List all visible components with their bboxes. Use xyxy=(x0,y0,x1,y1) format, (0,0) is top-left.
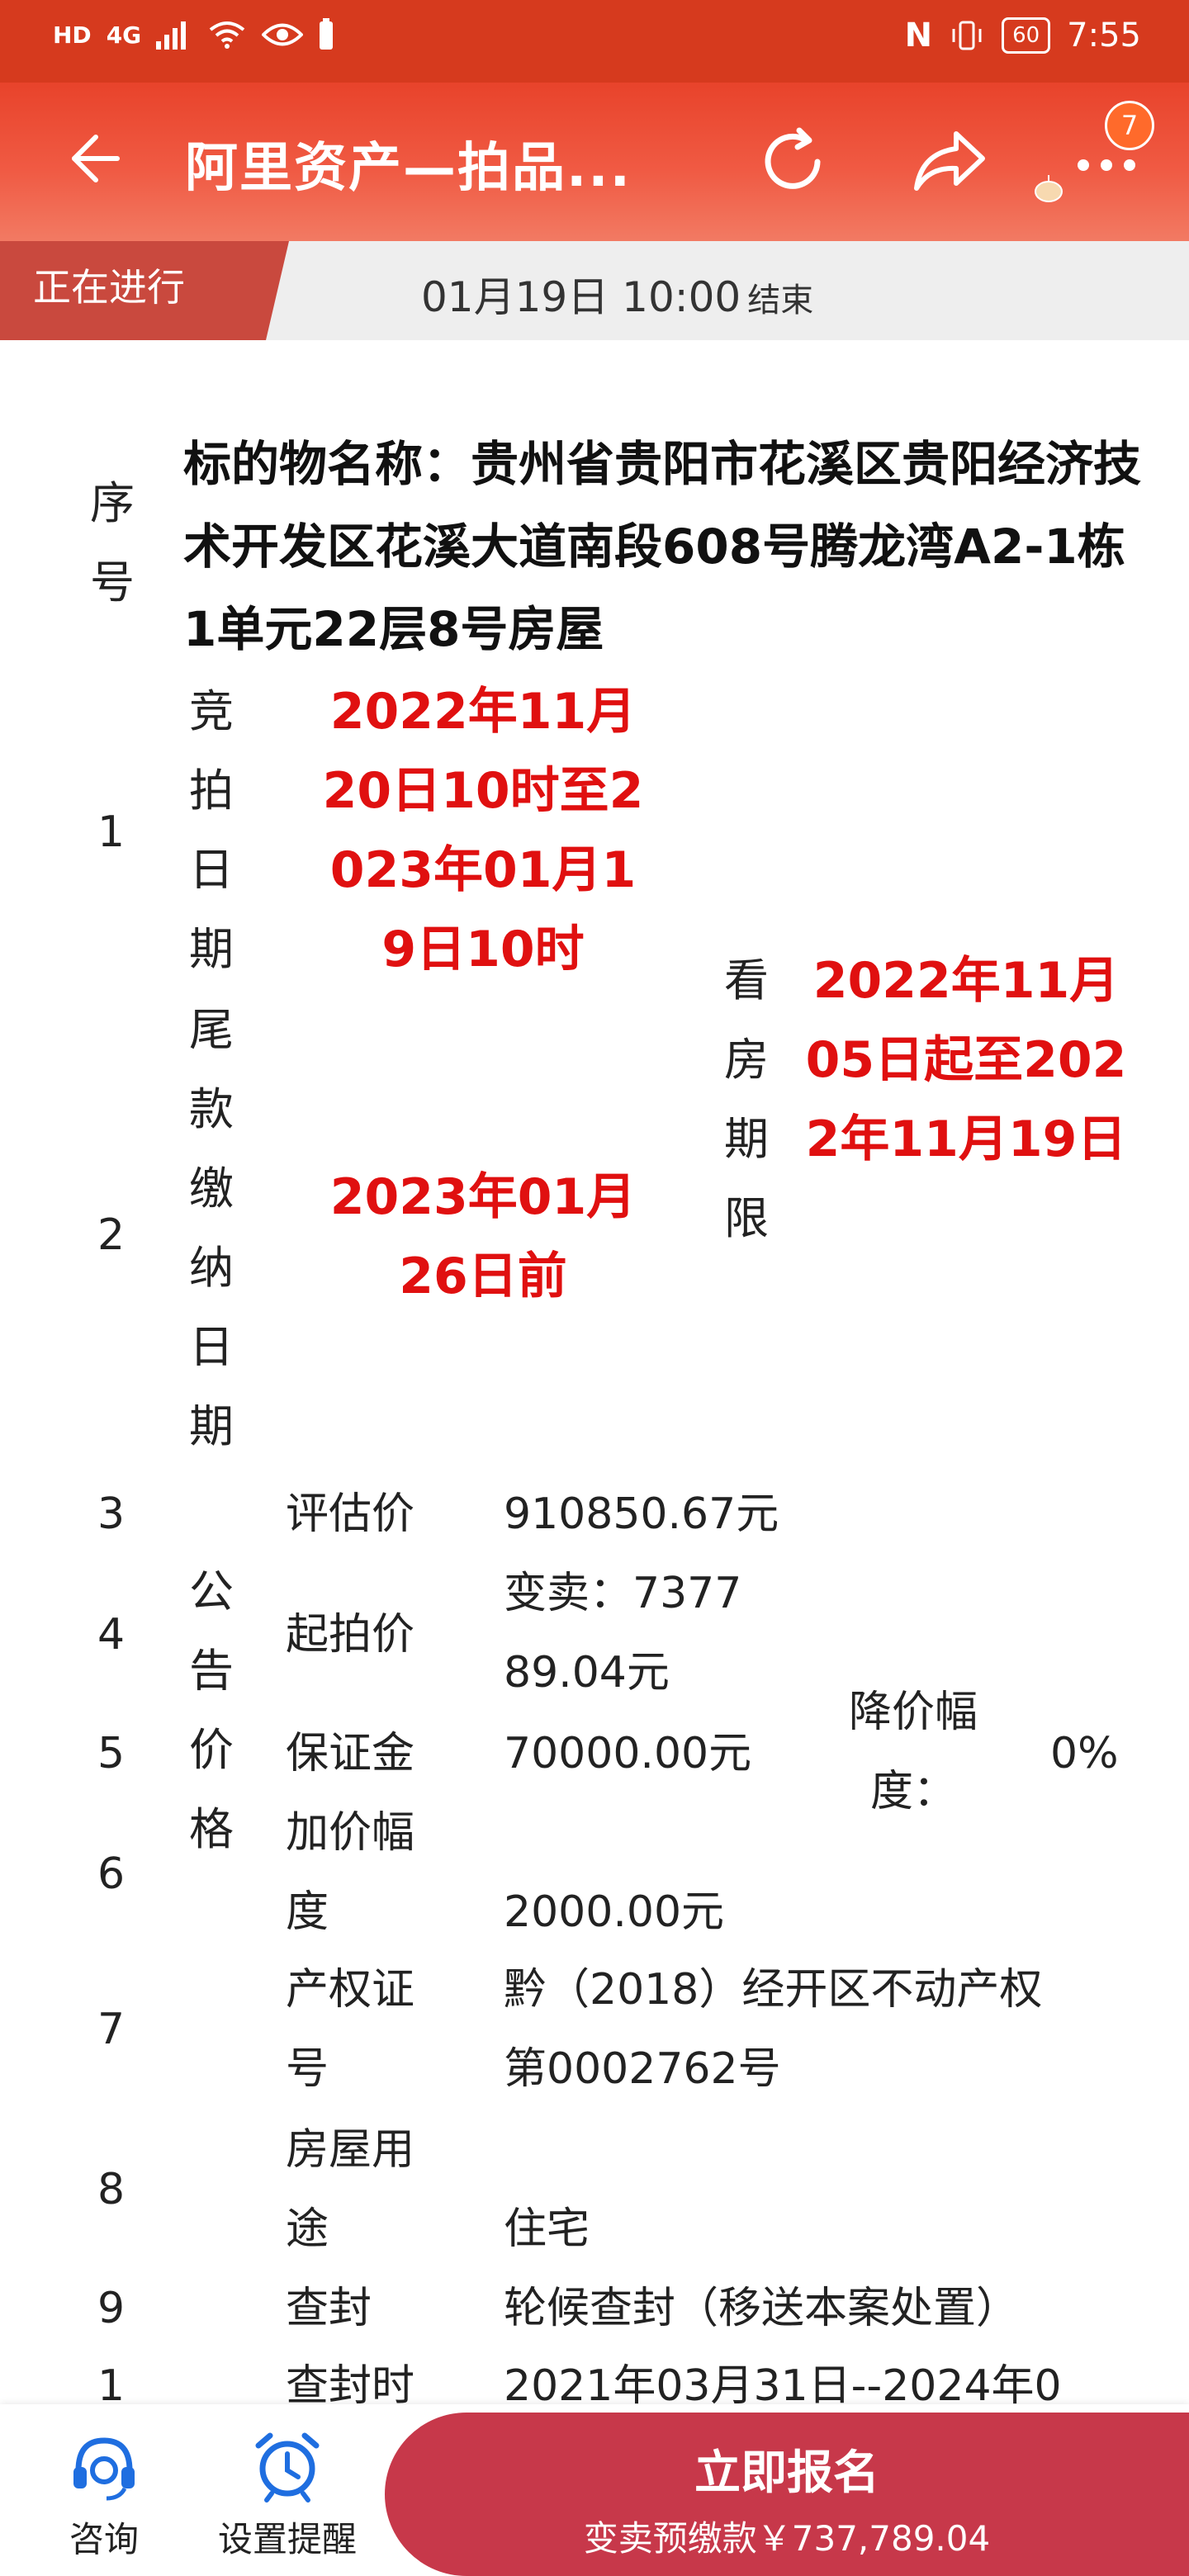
status-right-icons: N 60 7:55 xyxy=(905,17,1141,54)
notification-badge: 7 xyxy=(1105,101,1154,150)
row-seq: 3 xyxy=(97,1489,126,1539)
page-title: 阿里资产—拍品... xyxy=(185,138,632,199)
end-time-value: 01月19日 10:00 xyxy=(421,273,741,321)
discount-label: 降价幅 度： xyxy=(848,1688,978,1816)
register-now-button[interactable]: 立即报名 变卖预缴款￥737,789.04 xyxy=(385,2413,1189,2576)
deposit-label: 保证金 xyxy=(286,1729,415,1778)
row-seq: 5 xyxy=(97,1729,126,1778)
app-header: 阿里资产—拍品... 7 xyxy=(0,83,1189,241)
row-label-final-payment: 尾款缴纳日期 xyxy=(189,1004,234,1452)
increment-value: 2000.00元 xyxy=(504,1887,725,1937)
increment-label: 加价幅度 xyxy=(286,1808,415,1937)
vibrate-icon xyxy=(952,21,982,50)
back-arrow-icon[interactable] xyxy=(58,125,124,192)
headset-icon xyxy=(73,2437,135,2501)
final-payment-value: 2023年01月 26日前 xyxy=(329,1168,637,1305)
battery-saver-icon xyxy=(320,18,334,50)
lantern-icon xyxy=(1035,175,1063,202)
starting-price-value: 变卖：7377 89.04元 xyxy=(504,1569,742,1698)
deposit-value: 70000.00元 xyxy=(504,1729,752,1778)
prepayment-amount: 变卖预缴款￥737,789.04 xyxy=(583,2518,991,2559)
consult-label: 咨询 xyxy=(69,2519,139,2559)
seizure-label: 查封 xyxy=(286,2284,372,2333)
refresh-icon[interactable] xyxy=(753,122,832,201)
hd-icon: HD xyxy=(53,21,92,49)
wifi-icon xyxy=(209,21,245,49)
row-seq: 4 xyxy=(97,1610,126,1660)
bid-date-value: 2022年11月 20日10时至2 023年01月1 9日10时 xyxy=(322,683,644,978)
row-seq: 1 xyxy=(97,807,126,857)
appraisal-label: 评估价 xyxy=(286,1489,415,1539)
alarm-clock-icon xyxy=(255,2432,320,2503)
system-status-bar: HD 4G N 60 7:55 xyxy=(0,0,1189,83)
bottom-action-bar: 咨询 设置提醒 立即报名 变卖预缴款￥737,789.04 xyxy=(0,2404,1189,2576)
usage-value: 住宅 xyxy=(504,2204,590,2254)
discount-value: 0% xyxy=(1050,1729,1119,1778)
battery-indicator: 60 xyxy=(1002,17,1051,54)
row-label-bid-date: 竞拍日期 xyxy=(189,685,234,975)
usage-label: 房屋用途 xyxy=(286,2125,415,2254)
appraisal-value: 910850.67元 xyxy=(504,1489,779,1539)
price-group-label: 公告价格 xyxy=(189,1565,234,1855)
row-label-viewing: 看房期限 xyxy=(724,954,769,1244)
set-reminder-button[interactable]: 设置提醒 xyxy=(211,2429,363,2562)
row-seq: 8 xyxy=(97,2165,126,2214)
eye-icon xyxy=(262,23,304,46)
network-4g-icon: 4G xyxy=(106,21,142,49)
row-seq: 7 xyxy=(97,2005,126,2054)
signal-icon xyxy=(156,21,187,50)
seq-column-header: 序号 xyxy=(90,477,135,608)
row-seq: 2 xyxy=(97,1210,126,1260)
title-deed-value: 黔（2018）经开区不动产权 第0002762号 xyxy=(504,1965,1043,2094)
in-progress-tag: 正在进行 xyxy=(0,241,289,340)
starting-price-label: 起拍价 xyxy=(286,1610,415,1660)
auction-status-bar: 正在进行 01月19日 10:00 结束 xyxy=(0,241,1189,340)
seizure-value: 轮候查封（移送本案处置） xyxy=(504,2284,1020,2333)
share-icon[interactable] xyxy=(908,122,991,201)
viewing-period-value: 2022年11月 05日起至202 2年11月19日 xyxy=(805,952,1127,1168)
nfc-icon: N xyxy=(904,17,933,54)
status-left-icons: HD 4G xyxy=(53,18,334,51)
register-now-label: 立即报名 xyxy=(694,2446,879,2500)
row-seq: 6 xyxy=(97,1849,126,1899)
title-deed-label: 产权证号 xyxy=(286,1965,415,2094)
subject-title: 标的物名称：贵州省贵阳市花溪区贵阳经济技术开发区花溪大道南段608号腾龙湾A2-… xyxy=(183,436,1142,657)
set-reminder-label: 设置提醒 xyxy=(217,2519,357,2559)
consult-button[interactable]: 咨询 xyxy=(54,2429,154,2562)
row-seq: 9 xyxy=(97,2284,126,2333)
auction-details-table: 序号 标的物名称：贵州省贵阳市花溪区贵阳经济技术开发区花溪大道南段608号腾龙湾… xyxy=(0,340,1189,2411)
clock: 7:55 xyxy=(1067,17,1141,54)
auction-end-time: 01月19日 10:00 结束 xyxy=(421,264,813,324)
end-time-suffix: 结束 xyxy=(747,282,814,320)
